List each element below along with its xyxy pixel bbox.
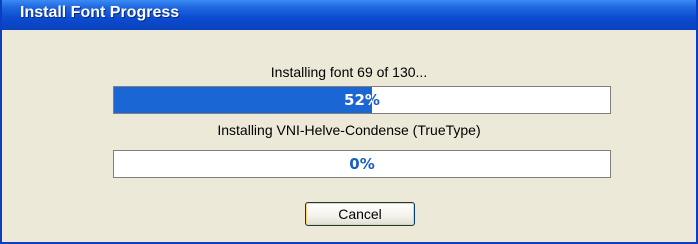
overall-status-label: Installing font 69 of 130...: [270, 64, 428, 80]
cancel-button[interactable]: Cancel: [305, 202, 415, 226]
current-file-progress-percent: 0%: [349, 155, 375, 173]
title-bar[interactable]: Install Font Progress: [2, 0, 696, 30]
current-file-status-label: Installing VNI-Helve-Condense (TrueType): [217, 122, 481, 138]
install-font-progress-dialog: Install Font Progress Installing font 69…: [0, 0, 698, 244]
dialog-body: Installing font 69 of 130... 52% 52% Ins…: [2, 30, 696, 242]
window-title: Install Font Progress: [20, 4, 180, 21]
overall-progress-bar: 52% 52%: [113, 86, 611, 114]
overall-progress-percent-inverse: 52%: [344, 91, 372, 109]
current-file-progress-bar: 0% 0%: [113, 150, 611, 178]
